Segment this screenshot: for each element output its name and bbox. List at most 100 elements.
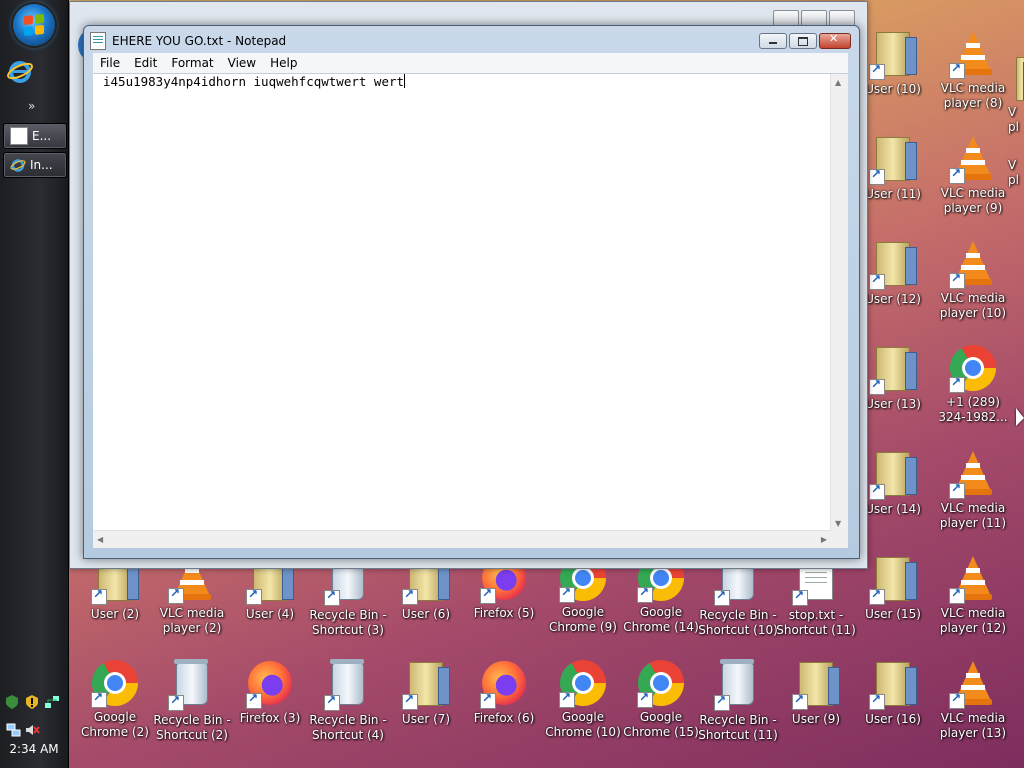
desktop-icon-label: User (9) <box>791 712 841 726</box>
desktop-icon-label: Recycle Bin - Shortcut (3) <box>309 608 387 637</box>
editor-text[interactable]: i45u1983y4np4idhorn iuqwehfcqwtwert wert <box>103 74 406 89</box>
desktop-icon[interactable]: VLC media player (11) <box>933 449 1013 531</box>
desktop-icon-label: Recycle Bin - Shortcut (10) <box>698 608 778 637</box>
desktop-icon[interactable]: Firefox (6) <box>464 659 544 726</box>
shortcut-arrow-icon <box>402 692 418 710</box>
quicklaunch-more-button[interactable]: » <box>28 99 35 113</box>
desktop-icon[interactable]: VLC media player (12) <box>933 554 1013 636</box>
close-button[interactable] <box>819 32 851 49</box>
text-editor-area[interactable]: i45u1983y4np4idhorn iuqwehfcqwtwert wert… <box>93 73 848 548</box>
taskbar-clock[interactable]: 2:34 AM <box>0 742 68 756</box>
desktop-icon-label: VLC media player (12) <box>939 606 1007 635</box>
desktop-icon-label: VLC media player (8) <box>940 81 1006 110</box>
shortcut-arrow-icon <box>949 375 965 393</box>
shortcut-arrow-icon <box>792 692 808 710</box>
desktop-icon[interactable]: Firefox (3) <box>230 659 310 726</box>
desktop-icon[interactable]: VLC media player (13) <box>933 659 1013 741</box>
horizontal-scrollbar[interactable]: ◀ ▶ <box>93 530 831 548</box>
shortcut-arrow-icon <box>714 693 730 711</box>
maximize-button[interactable] <box>789 33 817 49</box>
window-title: EHERE YOU GO.txt - Notepad <box>112 34 287 48</box>
notepad-window[interactable]: EHERE YOU GO.txt - Notepad File Edit For… <box>83 25 860 559</box>
desktop-icon-label: User (6) <box>401 607 451 621</box>
text-caret <box>404 74 406 88</box>
desktop-icon[interactable]: +1 (289) 324-1982... <box>933 344 1013 425</box>
taskbar-button-label: In... <box>30 158 53 172</box>
volume-muted-icon[interactable] <box>24 722 40 738</box>
menu-format[interactable]: Format <box>164 56 220 70</box>
notepad-title-bar[interactable]: EHERE YOU GO.txt - Notepad <box>90 31 286 51</box>
desktop-icon[interactable]: User (9) <box>776 659 856 727</box>
menu-edit[interactable]: Edit <box>127 56 164 70</box>
shortcut-arrow-icon <box>637 690 653 708</box>
desktop-icon-label: User (2) <box>90 607 140 621</box>
desktop-icon-label: VLC media player (10) <box>939 291 1007 320</box>
network-icon[interactable] <box>44 694 60 710</box>
desktop-icon-label: Google Chrome (10) <box>545 710 621 739</box>
shortcut-arrow-icon <box>559 690 575 708</box>
desktop-icon[interactable]: User (16) <box>853 659 933 727</box>
scroll-left-arrow-icon[interactable]: ◀ <box>97 535 103 544</box>
desktop-icon-label: Recycle Bin - Shortcut (2) <box>153 713 231 742</box>
scroll-up-arrow-icon[interactable]: ▲ <box>835 78 841 87</box>
size-grip[interactable] <box>831 531 848 548</box>
network-computers-icon[interactable] <box>6 722 22 738</box>
shortcut-arrow-icon <box>869 272 885 290</box>
desktop-icon[interactable]: Google Chrome (15) <box>621 659 701 740</box>
vlc-cone-icon <box>949 136 997 184</box>
shortcut-arrow-icon <box>324 693 340 711</box>
desktop-icon[interactable]: Recycle Bin - Shortcut (2) <box>152 659 232 743</box>
recycle-bin-icon <box>168 659 216 711</box>
taskbar-button-notepad[interactable]: E... <box>3 123 67 149</box>
shortcut-arrow-icon <box>91 690 107 708</box>
windows-logo-icon <box>24 13 44 37</box>
desktop-icon[interactable]: Google Chrome (2) <box>75 659 155 740</box>
folder-icon <box>869 32 917 80</box>
folder-icon <box>402 662 450 710</box>
desktop-icon[interactable]: Recycle Bin - Shortcut (4) <box>308 659 388 743</box>
shortcut-arrow-icon <box>869 692 885 710</box>
desktop-icon-label: User (16) <box>865 712 921 726</box>
folder-icon <box>869 452 917 500</box>
folder-icon <box>869 347 917 395</box>
desktop-icon[interactable]: VLC media player (10) <box>933 239 1013 321</box>
scroll-down-arrow-icon[interactable]: ▼ <box>835 519 841 528</box>
desktop-icon[interactable]: VLC media player (8) <box>933 29 1013 111</box>
shortcut-arrow-icon <box>949 586 965 604</box>
menu-bar: File Edit Format View Help <box>93 53 848 73</box>
shortcut-arrow-icon <box>949 166 965 184</box>
desktop-icon[interactable]: VLC media player (9) <box>933 134 1013 216</box>
desktop-icon[interactable]: Recycle Bin - Shortcut (11) <box>698 659 778 743</box>
desktop-icon[interactable]: User (7) <box>386 659 466 727</box>
desktop-icon-label: Firefox (3) <box>239 711 301 725</box>
vlc-cone-icon <box>949 451 997 499</box>
shortcut-arrow-icon <box>869 482 885 500</box>
internet-explorer-icon[interactable] <box>6 57 34 85</box>
start-button[interactable] <box>13 4 55 46</box>
shortcut-arrow-icon <box>480 691 496 709</box>
vertical-scrollbar[interactable]: ▲ ▼ <box>830 74 848 531</box>
shortcut-arrow-icon <box>480 586 496 604</box>
desktop-icon-label: Firefox (6) <box>473 711 535 725</box>
chrome-icon <box>559 660 607 708</box>
desktop-icon-label: Google Chrome (15) <box>623 710 699 739</box>
desktop-icon-label: VLC media player (2) <box>159 606 225 635</box>
shortcut-arrow-icon <box>949 61 965 79</box>
windows-security-alert-icon[interactable] <box>24 694 40 710</box>
scroll-right-arrow-icon[interactable]: ▶ <box>821 535 827 544</box>
desktop-icon-label: Google Chrome (2) <box>81 710 149 739</box>
desktop-icon-label: Recycle Bin - Shortcut (11) <box>698 713 778 742</box>
desktop-icon[interactable]: Google Chrome (10) <box>543 659 623 740</box>
desktop-icon-partial[interactable]: V pl <box>1008 130 1024 188</box>
desktop-icon-partial[interactable]: V pl <box>1008 54 1024 135</box>
menu-view[interactable]: View <box>221 56 263 70</box>
folder-icon <box>869 662 917 710</box>
menu-file[interactable]: File <box>93 56 127 70</box>
menu-help[interactable]: Help <box>263 56 304 70</box>
minimize-button[interactable] <box>759 33 787 49</box>
security-shield-icon[interactable] <box>4 694 20 710</box>
mouse-cursor <box>1016 408 1024 426</box>
chrome-icon <box>949 345 997 393</box>
taskbar-button-internet-explorer[interactable]: In... <box>3 152 67 178</box>
desktop-icon-label: User (7) <box>401 712 451 726</box>
